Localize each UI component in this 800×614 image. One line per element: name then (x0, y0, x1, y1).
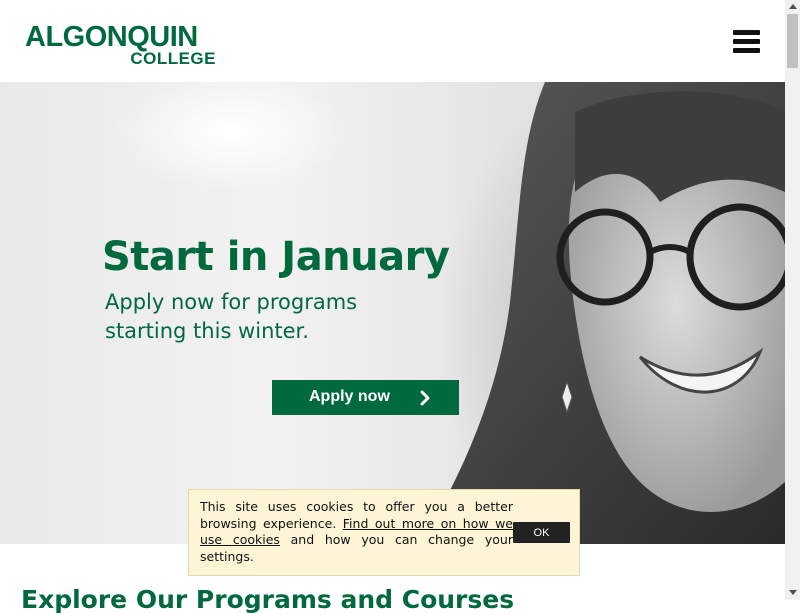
scrollbar-thumb[interactable] (787, 14, 798, 68)
hero-subtitle-line2: starting this winter. (105, 319, 309, 343)
hero-subtitle-line1: Apply now for programs (105, 290, 358, 314)
scroll-up-arrow-icon[interactable] (789, 4, 797, 9)
chevron-right-icon (420, 390, 430, 406)
site-header: ALGONQUIN COLLEGE (0, 0, 785, 82)
logo-wordmark: ALGONQUIN (25, 21, 198, 53)
cookie-message: This site uses cookies to offer you a be… (200, 499, 513, 565)
hero-banner: Start in January Apply now for programs … (0, 82, 785, 544)
algonquin-college-logo[interactable]: ALGONQUIN COLLEGE (25, 22, 220, 68)
hamburger-menu-icon[interactable] (733, 30, 761, 54)
hero-headline: Start in January (102, 234, 450, 280)
cookie-banner: This site uses cookies to offer you a be… (188, 489, 580, 576)
cookie-ok-button[interactable]: OK (513, 522, 570, 543)
scroll-down-arrow-icon[interactable] (789, 590, 797, 595)
apply-now-button[interactable]: Apply now (272, 380, 459, 415)
logo-subtitle: COLLEGE (130, 49, 216, 68)
vertical-scrollbar[interactable] (785, 0, 800, 600)
apply-now-label: Apply now (309, 388, 390, 405)
